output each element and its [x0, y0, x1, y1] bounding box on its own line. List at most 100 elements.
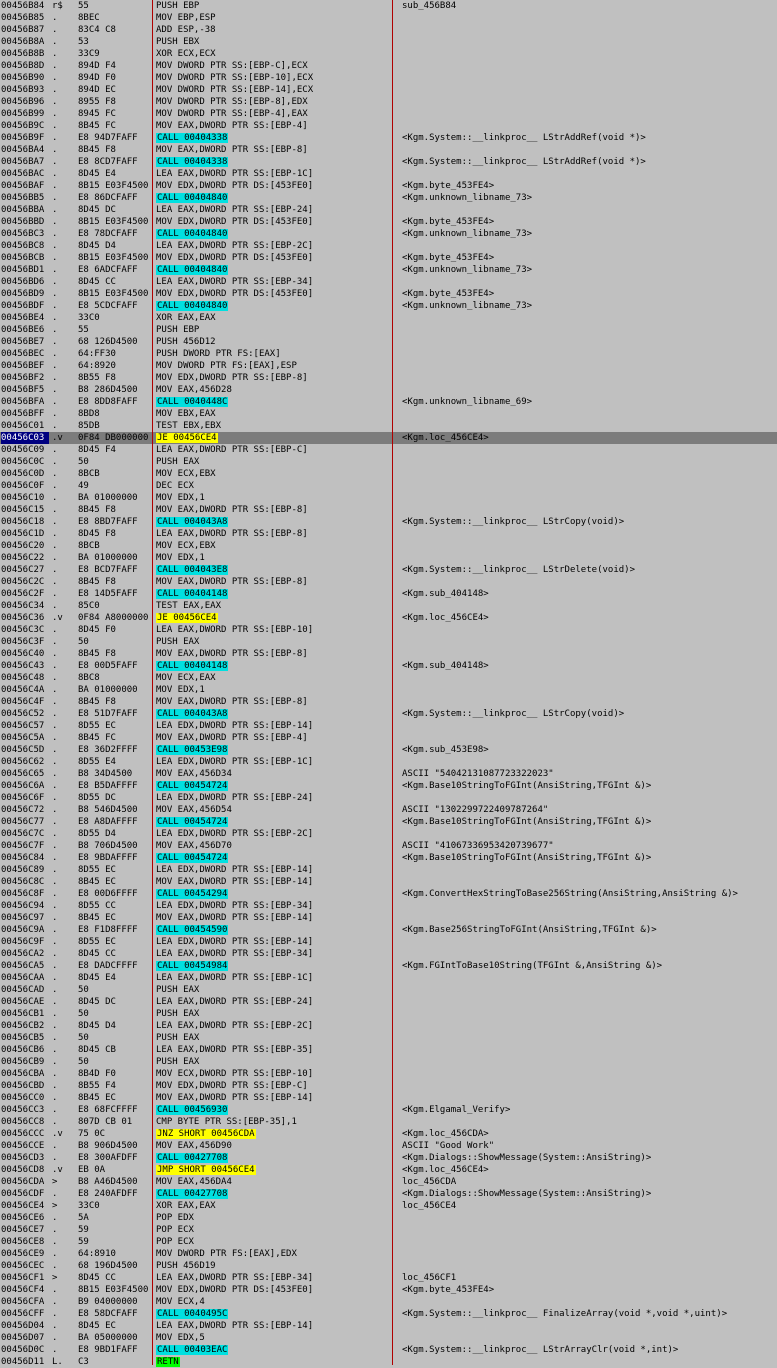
disasm-row[interactable]: 00456B85. 8BEC MOV EBP,ESP [0, 12, 777, 24]
disasm-row[interactable]: 00456BC8. 8D45 D4 LEA EAX,DWORD PTR SS:[EB… [0, 240, 777, 252]
disasm-row[interactable]: 00456C6F. 8D55 DC LEA EDX,DWORD PTR SS:[EB… [0, 792, 777, 804]
disasm-row[interactable]: 00456BE6. 55 PUSH EBP [0, 324, 777, 336]
disasm-row[interactable]: 00456CBD. 8B55 F4 MOV EDX,DWORD PTR SS:[EB… [0, 1080, 777, 1092]
disasm-row[interactable]: 00456BEF. 64:8920 MOV DWORD PTR FS:[EAX],E… [0, 360, 777, 372]
disasm-row[interactable]: 00456C97. 8B45 EC MOV EAX,DWORD PTR SS:[EB… [0, 912, 777, 924]
disasm-row[interactable]: 00456C18. E8 8BD7FAFF CALL 004043A8 <Kgm.Sy… [0, 516, 777, 528]
disasm-row[interactable]: 00456BE4. 33C0 XOR EAX,EAX [0, 312, 777, 324]
disasm-row[interactable]: 00456CCE. B8 906D4500 MOV EAX,456D90 ASCII … [0, 1140, 777, 1152]
disasm-row[interactable]: 00456C4F. 8B45 F8 MOV EAX,DWORD PTR SS:[EB… [0, 696, 777, 708]
disasm-row[interactable]: 00456B87. 83C4 C8 ADD ESP,-38 [0, 24, 777, 36]
disasm-row[interactable]: 00456C8F. E8 00D6FFFF CALL 00454294 <Kgm.Co… [0, 888, 777, 900]
disasm-row[interactable]: 00456CFF. E8 58DCFAFF CALL 0040495C <Kgm.Sy… [0, 1308, 777, 1320]
disasm-row[interactable]: 00456C0F. 49 DEC ECX [0, 480, 777, 492]
disasm-row[interactable]: 00456C09. 8D45 F4 LEA EAX,DWORD PTR SS:[EB… [0, 444, 777, 456]
disasm-row[interactable]: 00456CBA. 8B4D F0 MOV ECX,DWORD PTR SS:[EB… [0, 1068, 777, 1080]
disasm-row[interactable]: 00456C9F. 8D55 EC LEA EDX,DWORD PTR SS:[EB… [0, 936, 777, 948]
disasm-row[interactable]: 00456C65. B8 34D4500 MOV EAX,456D34 ASCII "… [0, 768, 777, 780]
disasm-row[interactable]: 00456B99. 8945 FC MOV DWORD PTR SS:[EBP-4]… [0, 108, 777, 120]
disasm-row[interactable]: 00456CE9. 64:8910 MOV DWORD PTR FS:[EAX],E… [0, 1248, 777, 1260]
disasm-row[interactable]: 00456CC3. E8 68FCFFFF CALL 00456930 <Kgm.El… [0, 1104, 777, 1116]
disasm-row[interactable]: 00456CB6. 8D45 CB LEA EAX,DWORD PTR SS:[EB… [0, 1044, 777, 1056]
disasm-row[interactable]: 00456C15. 8B45 F8 MOV EAX,DWORD PTR SS:[EB… [0, 504, 777, 516]
disasm-row[interactable]: 00456C01. 85DB TEST EBX,EBX [0, 420, 777, 432]
disasm-row[interactable]: 00456C72. B8 546D4500 MOV EAX,456D54 ASCII … [0, 804, 777, 816]
disasm-row[interactable]: 00456C7F. B8 706D4500 MOV EAX,456D70 ASCII … [0, 840, 777, 852]
disasm-row[interactable]: 00456B8B. 33C9 XOR ECX,ECX [0, 48, 777, 60]
disasm-row[interactable]: 00456C62. 8D55 E4 LEA EDX,DWORD PTR SS:[EB… [0, 756, 777, 768]
disasm-row[interactable]: 00456C0D. 8BCB MOV ECX,EBX [0, 468, 777, 480]
disasm-row[interactable]: 00456CF4. 8B15 E03F4500 MOV EDX,DWORD PTR … [0, 1284, 777, 1296]
disasm-row[interactable]: 00456C43. E8 00D5FAFF CALL 00404148 <Kgm.su… [0, 660, 777, 672]
disasm-row[interactable]: 00456CB9. 50 PUSH EAX [0, 1056, 777, 1068]
disasm-row[interactable]: 00456C5D. E8 36D2FFFF CALL 00453E98 <Kgm.su… [0, 744, 777, 756]
disasm-row[interactable]: 00456C9A. E8 F1D8FFFF CALL 00454590 <Kgm.Ba… [0, 924, 777, 936]
disasm-row[interactable]: 00456CDA > B8 A46D4500 MOV EAX,456DA4 loc_45… [0, 1176, 777, 1188]
disasm-row[interactable]: 00456B8A. 53 PUSH EBX [0, 36, 777, 48]
disasm-row[interactable]: 00456BFA. E8 8DD8FAFF CALL 0040448C <Kgm.un… [0, 396, 777, 408]
disasm-row[interactable]: 00456BFF. 8BD8 MOV EBX,EAX [0, 408, 777, 420]
disasm-row[interactable]: 00456C36 .v 0F84 A8000000 JE 00456CE4 <Kgm.l… [0, 612, 777, 624]
disasm-row[interactable]: 00456BD1. E8 6ADCFAFF CALL 00404840 <Kgm.un… [0, 264, 777, 276]
disasm-row[interactable]: 00456CE4 >33C0 XOR EAX,EAX loc_456CE4 [0, 1200, 777, 1212]
disasm-row[interactable]: 00456CB2. 8D45 D4 LEA EAX,DWORD PTR SS:[EB… [0, 1020, 777, 1032]
disasm-row[interactable]: 00456C5A. 8B45 FC MOV EAX,DWORD PTR SS:[EB… [0, 732, 777, 744]
disasm-row[interactable]: 00456BBA. 8D45 DC LEA EAX,DWORD PTR SS:[EB… [0, 204, 777, 216]
disasm-row[interactable]: 00456D11 L. C3 RETN [0, 1356, 777, 1368]
disasm-row[interactable]: 00456CA5. E8 DADCFFFF CALL 00454984 <Kgm.FG… [0, 960, 777, 972]
disasm-row[interactable]: 00456C34. 85C0 TEST EAX,EAX [0, 600, 777, 612]
disasm-row[interactable]: 00456C1D. 8D45 F8 LEA EAX,DWORD PTR SS:[EB… [0, 528, 777, 540]
disasm-row[interactable]: 00456BDF. E8 5CDCFAFF CALL 00404840 <Kgm.un… [0, 300, 777, 312]
disasm-row[interactable]: 00456BEC. 64:FF30 PUSH DWORD PTR FS:[EAX] [0, 348, 777, 360]
disasm-row[interactable]: 00456C3C. 8D45 F0 LEA EAX,DWORD PTR SS:[EB… [0, 624, 777, 636]
disasm-row[interactable]: 00456BAF. 8B15 E03F4500 MOV EDX,DWORD PTR … [0, 180, 777, 192]
disasm-row[interactable]: 00456BA7. E8 8CD7FAFF CALL 00404338 <Kgm.Sy… [0, 156, 777, 168]
disasm-row[interactable]: 00456CD8 .v EB 0A JMP SHORT 00456CE4 <Kgm.lo… [0, 1164, 777, 1176]
disasm-row[interactable]: 00456CFA. B9 04000000 MOV ECX,4 [0, 1296, 777, 1308]
disasm-row[interactable]: 00456C2C. 8B45 F8 MOV EAX,DWORD PTR SS:[EB… [0, 576, 777, 588]
disasm-row[interactable]: 00456C3F. 50 PUSH EAX [0, 636, 777, 648]
disasm-row[interactable]: 00456CE8. 59 POP ECX [0, 1236, 777, 1248]
disasm-row[interactable]: 00456C40. 8B45 F8 MOV EAX,DWORD PTR SS:[EB… [0, 648, 777, 660]
disasm-row[interactable]: 00456D0C. E8 9BD1FAFF CALL 00403EAC <Kgm.Sy… [0, 1344, 777, 1356]
disasm-row[interactable]: 00456BC3. E8 78DCFAFF CALL 00404840 <Kgm.un… [0, 228, 777, 240]
disasm-row[interactable]: 00456CC8. 807D CB 01 CMP BYTE PTR SS:[EBP-… [0, 1116, 777, 1128]
disasm-row[interactable]: 00456CB1. 50 PUSH EAX [0, 1008, 777, 1020]
disasm-row[interactable]: 00456B90. 894D F0 MOV DWORD PTR SS:[EBP-10… [0, 72, 777, 84]
disasm-row[interactable]: 00456CD3. E8 300AFDFF CALL 00427708 <Kgm.Di… [0, 1152, 777, 1164]
disasm-row[interactable]: 00456C84. E8 9BDAFFFF CALL 00454724 <Kgm.Ba… [0, 852, 777, 864]
disasm-row[interactable]: 00456C2F. E8 14D5FAFF CALL 00404148 <Kgm.su… [0, 588, 777, 600]
disasm-row[interactable]: 00456CAE. 8D45 DC LEA EAX,DWORD PTR SS:[EB… [0, 996, 777, 1008]
disasm-row[interactable]: 00456CF1 >8D45 CC LEA EAX,DWORD PTR SS:[EB… [0, 1272, 777, 1284]
disasm-row[interactable]: 00456BE7. 68 126D4500 PUSH 456D12 [0, 336, 777, 348]
disasm-row[interactable]: 00456BD9. 8B15 E03F4500 MOV EDX,DWORD PTR … [0, 288, 777, 300]
disasm-row[interactable]: 00456BA4. 8B45 F8 MOV EAX,DWORD PTR SS:[EB… [0, 144, 777, 156]
disasm-row[interactable]: 00456C7C. 8D55 D4 LEA EDX,DWORD PTR SS:[EB… [0, 828, 777, 840]
disasm-row[interactable]: 00456CE6. 5A POP EDX [0, 1212, 777, 1224]
disasm-row[interactable]: 00456C10. BA 01000000 MOV EDX,1 [0, 492, 777, 504]
disasm-row[interactable]: 00456CC0. 8B45 EC MOV EAX,DWORD PTR SS:[EB… [0, 1092, 777, 1104]
disasm-row[interactable]: 00456B93. 894D EC MOV DWORD PTR SS:[EBP-14… [0, 84, 777, 96]
disasm-row[interactable]: 00456BBD. 8B15 E03F4500 MOV EDX,DWORD PTR … [0, 216, 777, 228]
disasm-row[interactable]: 00456BF5. B8 286D4500 MOV EAX,456D28 [0, 384, 777, 396]
disasm-row[interactable]: 00456CAD. 50 PUSH EAX [0, 984, 777, 996]
disasm-row[interactable]: 00456C20. 8BCB MOV ECX,EBX [0, 540, 777, 552]
disasm-row[interactable]: 00456C8C. 8B45 EC MOV EAX,DWORD PTR SS:[EB… [0, 876, 777, 888]
disasm-row[interactable]: 00456C57. 8D55 EC LEA EDX,DWORD PTR SS:[EB… [0, 720, 777, 732]
disasm-row[interactable]: 00456C27. E8 BCD7FAFF CALL 004043E8 <Kgm.Sy… [0, 564, 777, 576]
disasm-row[interactable]: 00456B9F. E8 94D7FAFF CALL 00404338 <Kgm.Sy… [0, 132, 777, 144]
disasm-row[interactable]: 00456B9C. 8B45 FC MOV EAX,DWORD PTR SS:[EB… [0, 120, 777, 132]
disasm-row[interactable]: 00456CDF. E8 240AFDFF CALL 00427708 <Kgm.Di… [0, 1188, 777, 1200]
disasm-row[interactable]: 00456C6A. E8 B5DAFFFF CALL 00454724 <Kgm.Ba… [0, 780, 777, 792]
disasm-row[interactable]: 00456BB5. E8 86DCFAFF CALL 00404840 <Kgm.un… [0, 192, 777, 204]
disasm-row[interactable]: 00456C89. 8D55 EC LEA EDX,DWORD PTR SS:[EB… [0, 864, 777, 876]
disasm-row[interactable]: 00456C77. E8 A8DAFFFF CALL 00454724 <Kgm.Ba… [0, 816, 777, 828]
disasm-row[interactable]: 00456CB5. 50 PUSH EAX [0, 1032, 777, 1044]
disasm-row[interactable]: 00456BAC. 8D45 E4 LEA EAX,DWORD PTR SS:[EB… [0, 168, 777, 180]
disasm-row[interactable]: 00456CAA. 8D45 E4 LEA EAX,DWORD PTR SS:[EB… [0, 972, 777, 984]
disasm-row[interactable]: 00456C94. 8D55 CC LEA EDX,DWORD PTR SS:[EB… [0, 900, 777, 912]
disasm-row[interactable]: 00456B8D. 894D F4 MOV DWORD PTR SS:[EBP-C]… [0, 60, 777, 72]
disasm-row[interactable]: 00456BD6. 8D45 CC LEA EAX,DWORD PTR SS:[EB… [0, 276, 777, 288]
disasm-row[interactable]: 00456BF2. 8B55 F8 MOV EDX,DWORD PTR SS:[EB… [0, 372, 777, 384]
disasm-row[interactable]: 00456CA2. 8D45 CC LEA EAX,DWORD PTR SS:[EB… [0, 948, 777, 960]
